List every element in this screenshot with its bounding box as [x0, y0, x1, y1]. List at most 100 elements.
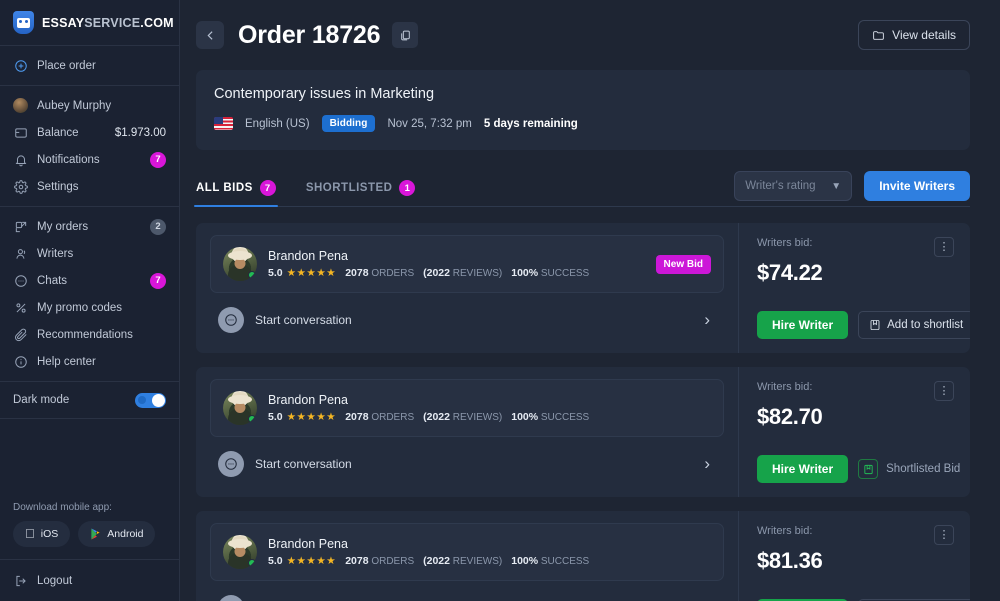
writers-rating-select[interactable]: Writer's rating ▼: [734, 171, 853, 201]
more-vertical-icon[interactable]: ⋮: [934, 525, 954, 545]
sidebar-item-promo-codes[interactable]: My promo codes: [0, 294, 179, 321]
sidebar-label-balance: Balance: [37, 126, 79, 139]
bid-card-right: Writers bid: ⋮ $74.22 Hire Writer Add to…: [738, 223, 970, 353]
writer-info: Brandon Pena 5.0 ★★★★★ 2078 ORDERS (2022…: [268, 249, 645, 279]
bid-actions: Hire Writer Add to shortlist: [757, 311, 970, 339]
bid-card: Brandon Pena 5.0 ★★★★★ 2078 ORDERS (2022…: [196, 223, 970, 353]
ios-download-button[interactable]:  iOS: [13, 521, 71, 547]
bell-icon: [13, 152, 28, 167]
bookmark-icon: [858, 459, 879, 479]
sidebar-item-settings[interactable]: Settings: [0, 173, 179, 200]
rating-value: 5.0: [268, 411, 283, 423]
percent-icon: [13, 300, 28, 315]
wallet-icon: [13, 125, 28, 140]
sidebar-item-balance[interactable]: Balance $1.973.00: [0, 119, 179, 146]
bid-actions: Hire Writer Shortlisted Bid: [757, 455, 960, 483]
writer-summary[interactable]: Brandon Pena 5.0 ★★★★★ 2078 ORDERS (2022…: [210, 379, 724, 437]
sidebar-item-profile[interactable]: Aubey Murphy: [0, 92, 179, 119]
writer-summary[interactable]: Brandon Pena 5.0 ★★★★★ 2078 ORDERS (2022…: [210, 235, 724, 293]
dark-mode-toggle[interactable]: [135, 392, 166, 408]
more-vertical-icon[interactable]: ⋮: [934, 381, 954, 401]
sidebar-label-recommendations: Recommendations: [37, 328, 133, 341]
sidebar-label-promo-codes: My promo codes: [37, 301, 123, 314]
sidebar-item-writers[interactable]: Writers: [0, 240, 179, 267]
start-conversation-row[interactable]: Start conversation ›: [210, 293, 724, 341]
dark-mode-label: Dark mode: [13, 394, 70, 406]
sidebar-item-chats[interactable]: Chats 7: [0, 267, 179, 294]
sidebar-label-logout: Logout: [37, 574, 73, 587]
add-to-shortlist-button[interactable]: Add to shortlist: [858, 311, 970, 339]
star-rating-icon: ★★★★★: [286, 555, 337, 567]
sidebar-item-place-order[interactable]: Place order: [0, 52, 179, 79]
online-status-dot: [248, 559, 256, 567]
bid-card-left: Brandon Pena 5.0 ★★★★★ 2078 ORDERS (2022…: [196, 223, 738, 353]
plus-circle-icon: [13, 58, 28, 73]
us-flag-icon: [214, 117, 233, 130]
android-download-button[interactable]: Android: [78, 521, 156, 547]
start-conversation-row[interactable]: Start conversation ›: [210, 581, 724, 601]
more-vertical-icon[interactable]: ⋮: [934, 237, 954, 257]
logout-icon: [13, 573, 28, 588]
view-details-button[interactable]: View details: [858, 20, 970, 50]
tab-shortlisted-count: 1: [399, 180, 416, 196]
invite-writers-button[interactable]: Invite Writers: [864, 171, 970, 201]
bookmark-icon: [870, 320, 880, 330]
chat-bubble-icon: [218, 595, 244, 601]
writer-orders: 2078 ORDERS: [345, 267, 415, 279]
sidebar-label-place-order: Place order: [37, 59, 96, 72]
writers-rating-value: Writer's rating: [745, 180, 816, 192]
tab-all-bids-count: 7: [259, 180, 276, 196]
sidebar-label-help-center: Help center: [37, 355, 96, 368]
shortlisted-bid-label: Shortlisted Bid: [886, 463, 961, 475]
bid-card: Brandon Pena 5.0 ★★★★★ 2078 ORDERS (2022…: [196, 367, 970, 497]
writer-orders: 2078 ORDERS: [345, 411, 415, 423]
bid-card-right: Writers bid: ⋮ $82.70 Hire Writer Shortl…: [738, 367, 970, 497]
sidebar-label-settings: Settings: [37, 180, 79, 193]
google-play-icon: [90, 528, 101, 540]
sidebar-item-recommendations[interactable]: Recommendations: [0, 321, 179, 348]
writer-reviews: (2022 REVIEWS): [423, 267, 503, 279]
writer-stats: 5.0 ★★★★★ 2078 ORDERS (2022 REVIEWS) 100…: [268, 555, 711, 567]
dark-mode-row: Dark mode: [0, 381, 179, 419]
hire-writer-label: Hire Writer: [772, 462, 834, 476]
content-area: Contemporary issues in Marketing English…: [180, 70, 1000, 601]
sidebar-label-profile: Aubey Murphy: [37, 99, 112, 112]
page-title: Order 18726: [238, 20, 381, 49]
brand-logo-block[interactable]: ESSAYSERVICE.COM: [0, 0, 179, 46]
hire-writer-button[interactable]: Hire Writer: [757, 455, 849, 483]
writer-orders: 2078 ORDERS: [345, 555, 415, 567]
top-bar: Order 18726 View details: [180, 0, 1000, 70]
writer-reviews: (2022 REVIEWS): [423, 411, 503, 423]
bid-amount: $74.22: [757, 260, 823, 285]
copy-order-id-button[interactable]: [392, 22, 419, 48]
start-conversation-row[interactable]: Start conversation ›: [210, 437, 724, 485]
tab-all-bids[interactable]: ALL BIDS 7: [194, 180, 278, 207]
chevron-right-icon: ›: [704, 310, 710, 329]
sidebar-item-help-center[interactable]: Help center: [0, 348, 179, 375]
shortlisted-bid-indicator[interactable]: Shortlisted Bid: [858, 459, 960, 479]
writer-success: 100% SUCCESS: [511, 411, 590, 423]
folder-icon: [873, 30, 885, 40]
writer-name: Brandon Pena: [268, 249, 348, 263]
writer-name: Brandon Pena: [268, 537, 348, 551]
chat-bubble-icon: [13, 273, 28, 288]
app-root: ESSAYSERVICE.COM Place order Aubey Murph…: [0, 0, 1000, 601]
sidebar-item-logout[interactable]: Logout: [0, 559, 179, 601]
sidebar-item-my-orders[interactable]: My orders 2: [0, 213, 179, 240]
sidebar: ESSAYSERVICE.COM Place order Aubey Murph…: [0, 0, 180, 601]
writer-rating: 5.0 ★★★★★: [268, 555, 336, 567]
writer-success: 100% SUCCESS: [511, 267, 590, 279]
hire-writer-button[interactable]: Hire Writer: [757, 311, 849, 339]
sidebar-item-notifications[interactable]: Notifications 7: [0, 146, 179, 173]
back-button[interactable]: [196, 21, 224, 49]
writers-bid-label: Writers bid:: [757, 525, 813, 537]
nav-section-menu: My orders 2 Writers Chats 7 My promo cod…: [0, 207, 179, 381]
order-date: Nov 25, 7:32 pm: [387, 117, 472, 130]
writers-bid-label: Writers bid:: [757, 381, 813, 393]
chevron-down-icon: ▼: [831, 180, 842, 192]
tab-shortlisted[interactable]: SHORTLISTED 1: [306, 180, 416, 206]
star-rating-icon: ★★★★★: [286, 411, 337, 423]
new-bid-badge: New Bid: [655, 254, 711, 274]
my-orders-badge: 2: [150, 218, 166, 235]
writer-summary[interactable]: Brandon Pena 5.0 ★★★★★ 2078 ORDERS (2022…: [210, 523, 724, 581]
